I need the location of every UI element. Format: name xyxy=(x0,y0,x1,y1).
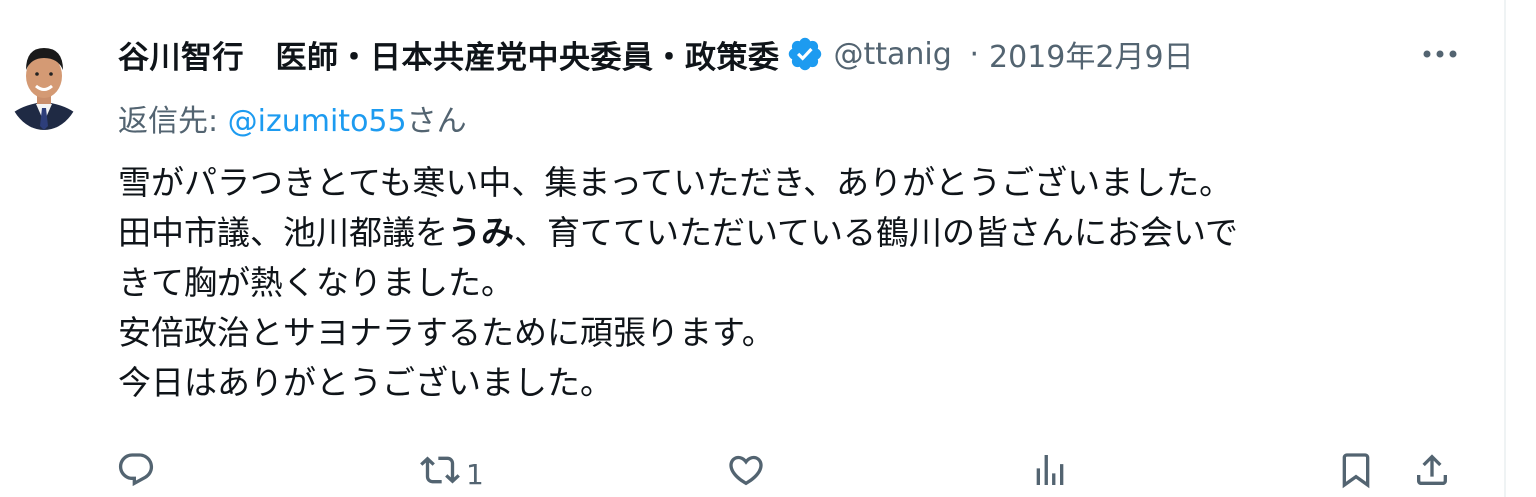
bookmark-button[interactable] xyxy=(1336,450,1376,497)
tweet-body-line: 安倍政治とサヨナラするために頑張ります。 xyxy=(118,313,775,352)
tweet-date[interactable]: 2019年2月9日 xyxy=(989,32,1194,76)
tweet-body-line: 田中市議、池川都議をうみ、育てていただいている鶴川の皆さんにお会いで xyxy=(118,208,1448,258)
action-bar: 1 xyxy=(0,440,1536,497)
tweet-card[interactable]: 谷川智行 医師・日本共産党中央委員・政策委 @ttanig · 2019年2月9… xyxy=(0,0,1536,497)
divider xyxy=(1504,0,1506,497)
retweet-icon xyxy=(420,456,460,484)
tweet-body-line: 今日はありがとうございました。 xyxy=(118,363,613,402)
avatar[interactable] xyxy=(6,30,82,130)
views-button[interactable] xyxy=(1030,450,1070,497)
date-separator: · xyxy=(969,36,980,72)
more-options-icon[interactable] xyxy=(1410,28,1470,80)
retweet-count: 1 xyxy=(466,458,484,491)
tweet-body-line: きて胸が熱くなりました。 xyxy=(118,263,514,302)
tweet-header: 谷川智行 医師・日本共産党中央委員・政策委 @ttanig · 2019年2月9… xyxy=(118,28,1488,80)
share-icon xyxy=(1417,454,1447,485)
reply-label: 返信先: xyxy=(118,104,228,139)
reply-button[interactable] xyxy=(116,450,156,497)
heart-icon xyxy=(729,455,763,486)
reply-suffix: さん xyxy=(406,104,467,139)
tweet-body-text: 、育てていただいている鶴川の皆さんにお会いで xyxy=(514,213,1239,252)
like-button[interactable] xyxy=(726,450,766,497)
views-icon xyxy=(1036,455,1064,485)
share-button[interactable] xyxy=(1412,450,1452,497)
bookmark-icon xyxy=(1342,453,1370,489)
tweet-body-bold: うみ xyxy=(448,213,514,252)
reply-icon xyxy=(118,453,154,487)
display-name[interactable]: 谷川智行 医師・日本共産党中央委員・政策委 xyxy=(118,32,780,77)
verified-badge-icon xyxy=(786,35,824,73)
reply-mention-link[interactable]: @izumito55 xyxy=(228,104,407,139)
retweet-button[interactable]: 1 xyxy=(420,450,484,497)
user-handle[interactable]: @ttanig xyxy=(834,37,970,72)
tweet-body-text: 田中市議、池川都議を xyxy=(118,213,448,252)
tweet-body-line: 雪がパラつきとても寒い中、集まっていただき、ありがとうございました。 xyxy=(118,163,1233,202)
reply-to-line: 返信先: @izumito55さん xyxy=(118,96,467,140)
tweet-body: 雪がパラつきとても寒い中、集まっていただき、ありがとうございました。 田中市議、… xyxy=(118,158,1448,408)
